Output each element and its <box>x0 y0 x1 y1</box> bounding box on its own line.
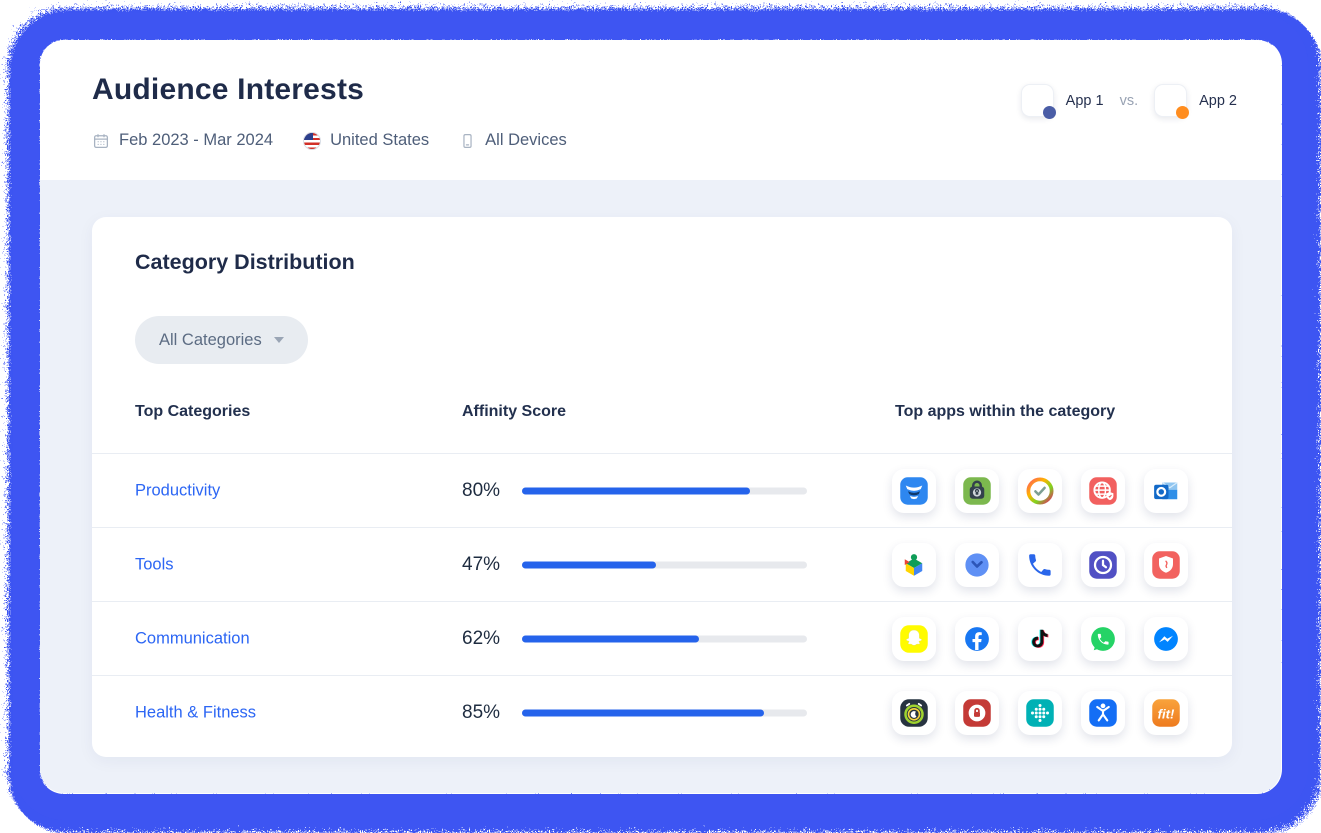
category-link[interactable]: Communication <box>135 629 250 648</box>
affinity-score-value: 80% <box>462 480 500 502</box>
sleep-alarm-app-icon[interactable] <box>892 691 936 735</box>
app-icons-group: fit! <box>892 691 1188 735</box>
shield-coral-app-icon[interactable] <box>1144 543 1188 587</box>
affinity-score-bar <box>522 561 807 568</box>
country-label: United States <box>330 131 429 150</box>
app2-thumbnail[interactable] <box>1154 84 1187 117</box>
snapchat-app-icon[interactable] <box>892 617 936 661</box>
app-window: Audience Interests Feb 2023 - Mar 2024 U… <box>0 0 1321 833</box>
category-link[interactable]: Productivity <box>135 481 220 500</box>
whatsapp-app-icon[interactable] <box>1081 617 1125 661</box>
dashboard-page: Audience Interests Feb 2023 - Mar 2024 U… <box>40 40 1281 793</box>
app1-dot <box>1043 106 1056 119</box>
table-row: Communication 62% <box>92 602 1232 676</box>
app1-thumbnail[interactable] <box>1021 84 1054 117</box>
calendar-icon <box>92 132 110 150</box>
play-services-app-icon[interactable] <box>892 543 936 587</box>
report-meta: Feb 2023 - Mar 2024 United States All De… <box>92 131 567 150</box>
app-compare-widget: App 1 vs. App 2 <box>1021 84 1237 117</box>
table-row: Health & Fitness 85% fit! <box>92 676 1232 750</box>
page-body: Category Distribution All Categories Top… <box>40 180 1281 793</box>
shield-stack-app-icon[interactable] <box>892 469 936 513</box>
fitbit-app-icon[interactable] <box>1018 691 1062 735</box>
column-affinity-score: Affinity Score <box>462 403 566 421</box>
page-header: Audience Interests Feb 2023 - Mar 2024 U… <box>40 40 1281 180</box>
fit-exclaim-app-icon[interactable]: fit! <box>1144 691 1188 735</box>
rainbow-check-app-icon[interactable] <box>1018 469 1062 513</box>
app2-dot <box>1176 106 1189 119</box>
devices: All Devices <box>459 131 567 150</box>
lock-red-app-icon[interactable] <box>955 691 999 735</box>
date-range: Feb 2023 - Mar 2024 <box>92 131 273 150</box>
category-filter-value: All Categories <box>159 331 262 350</box>
chevron-down-icon <box>274 337 284 343</box>
affinity-score-value: 85% <box>462 702 500 724</box>
vs-label: vs. <box>1120 93 1139 109</box>
card-title: Category Distribution <box>135 250 355 275</box>
table-row: Productivity 80% <box>92 454 1232 528</box>
us-flag-icon <box>303 132 321 150</box>
globe-shield-app-icon[interactable] <box>1081 469 1125 513</box>
tiktok-app-icon[interactable] <box>1018 617 1062 661</box>
table-body: Productivity 80% Tools 47% Communication 62% H… <box>92 454 1232 750</box>
affinity-score-value: 62% <box>462 628 500 650</box>
affinity-score-bar <box>522 635 807 642</box>
app-icons-group <box>892 543 1188 587</box>
clock-indigo-app-icon[interactable] <box>1081 543 1125 587</box>
mobile-device-icon <box>459 132 476 150</box>
devices-label: All Devices <box>485 131 567 150</box>
country: United States <box>303 131 429 150</box>
table-header: Top Categories Affinity Score Top apps w… <box>92 403 1232 454</box>
column-top-categories: Top Categories <box>135 403 250 421</box>
outlook-app-icon[interactable] <box>1144 469 1188 513</box>
category-distribution-card: Category Distribution All Categories Top… <box>92 217 1232 757</box>
svg-text:fit!: fit! <box>1158 706 1175 721</box>
myfitnesspal-app-icon[interactable] <box>1081 691 1125 735</box>
facebook-app-icon[interactable] <box>955 617 999 661</box>
phone-dialer-app-icon[interactable] <box>1018 543 1062 587</box>
column-top-apps: Top apps within the category <box>895 403 1115 421</box>
affinity-score-bar <box>522 710 807 717</box>
app-icons-group <box>892 617 1188 661</box>
app1-label: App 1 <box>1066 93 1104 109</box>
lock-bag-app-icon[interactable] <box>955 469 999 513</box>
app-icons-group <box>892 469 1188 513</box>
page-title: Audience Interests <box>92 73 364 107</box>
clock-blue-app-icon[interactable] <box>955 543 999 587</box>
table-row: Tools 47% <box>92 528 1232 602</box>
affinity-score-bar <box>522 487 807 494</box>
category-link[interactable]: Health & Fitness <box>135 704 256 723</box>
category-link[interactable]: Tools <box>135 555 174 574</box>
date-range-label: Feb 2023 - Mar 2024 <box>119 131 273 150</box>
category-filter-dropdown[interactable]: All Categories <box>135 316 308 364</box>
app2-label: App 2 <box>1199 93 1237 109</box>
affinity-score-value: 47% <box>462 554 500 576</box>
messenger-app-icon[interactable] <box>1144 617 1188 661</box>
